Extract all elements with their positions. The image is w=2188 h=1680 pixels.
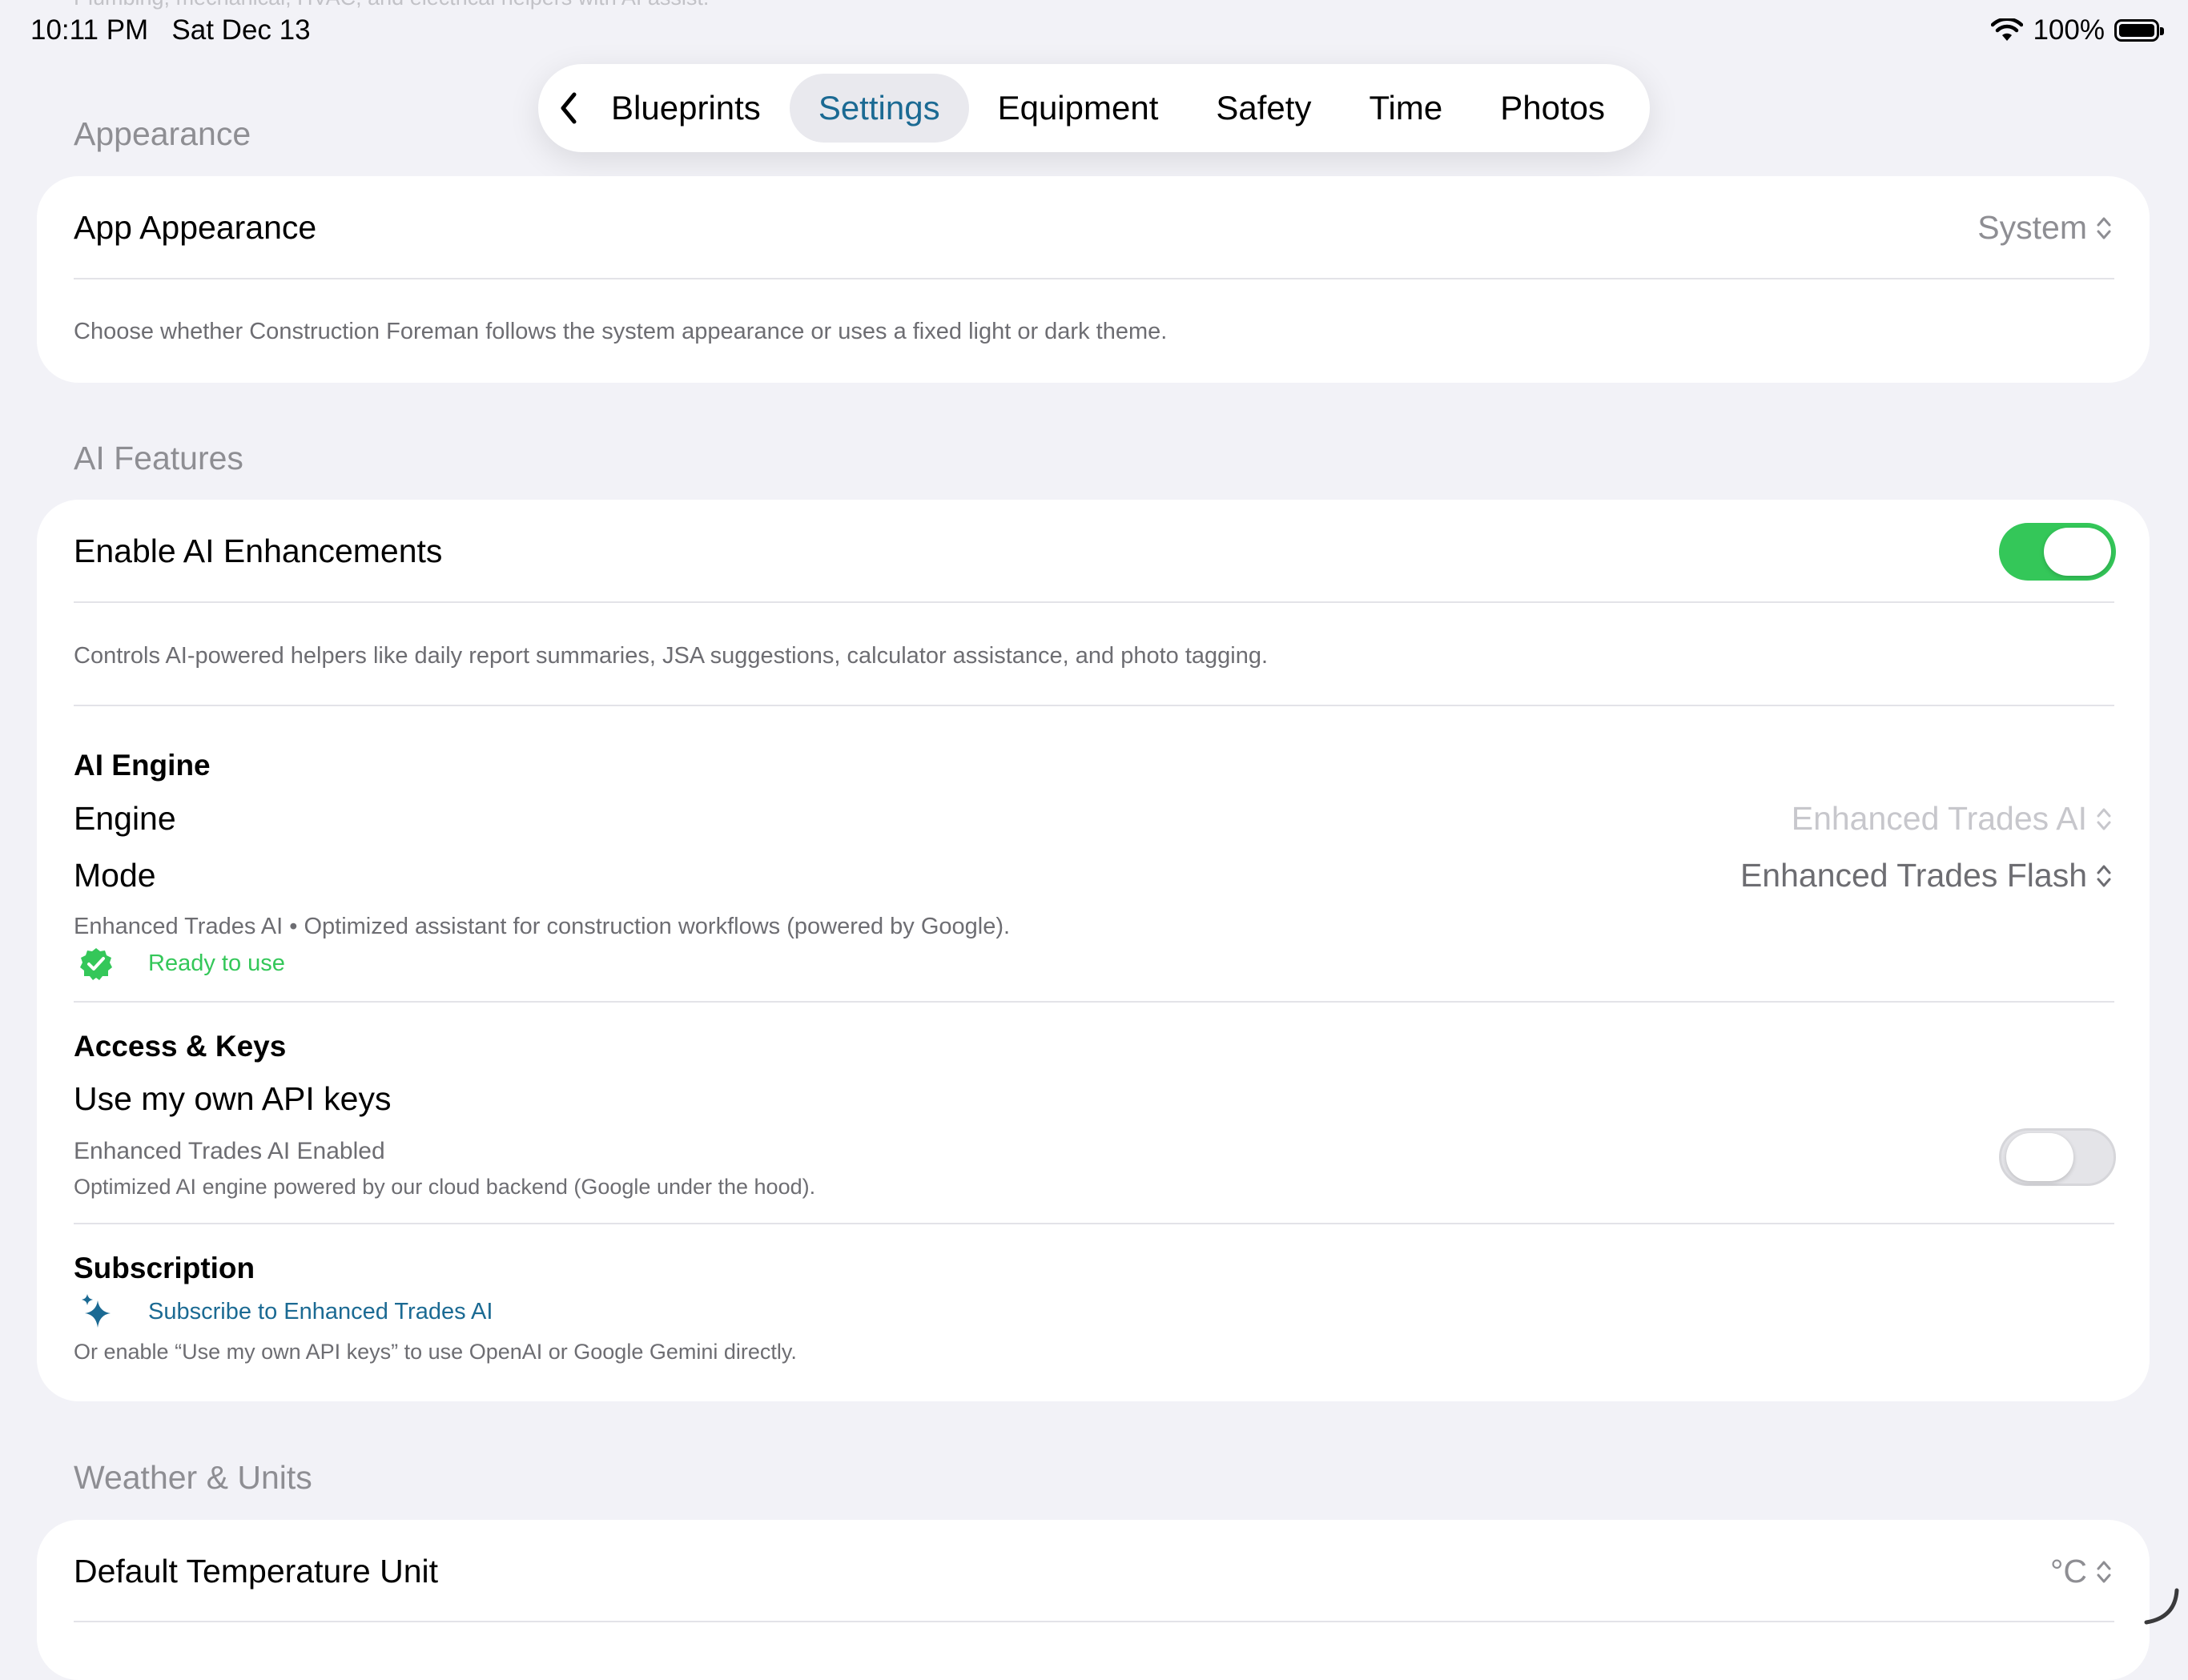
enable-ai-toggle[interactable] bbox=[1999, 523, 2116, 581]
corner-arc-icon bbox=[2144, 1588, 2179, 1625]
divider bbox=[74, 1001, 2114, 1003]
app-appearance-label: App Appearance bbox=[74, 209, 317, 246]
subscribe-link[interactable]: Subscribe to Enhanced Trades AI bbox=[148, 1299, 493, 1325]
status-date: Sat Dec 13 bbox=[171, 14, 311, 46]
subscription-section-title: Subscription bbox=[74, 1252, 255, 1284]
ai-features-card bbox=[37, 500, 2150, 1401]
temp-unit-picker[interactable]: °C bbox=[2050, 1553, 2113, 1590]
own-keys-label: Use my own API keys bbox=[74, 1080, 392, 1117]
battery-icon bbox=[2114, 19, 2164, 42]
mode-value: Enhanced Trades Flash bbox=[1740, 857, 2087, 894]
engine-picker[interactable]: Enhanced Trades AI bbox=[1792, 800, 2113, 838]
engine-description: Enhanced Trades AI • Optimized assistant… bbox=[74, 914, 1011, 939]
mode-picker[interactable]: Enhanced Trades Flash bbox=[1740, 857, 2113, 894]
divider bbox=[74, 705, 2114, 706]
chevron-up-down-icon bbox=[2097, 808, 2111, 830]
enable-ai-footer: Controls AI-powered helpers like daily r… bbox=[74, 643, 1269, 669]
enabled-line: Enhanced Trades AI Enabled bbox=[74, 1138, 385, 1164]
scrolled-text: Plumbing, mechanical, HVAC, and electric… bbox=[74, 0, 709, 10]
chevron-up-down-icon bbox=[2097, 1561, 2111, 1582]
weather-units-card bbox=[37, 1520, 2150, 1680]
battery-percent: 100% bbox=[2033, 14, 2105, 46]
enable-ai-label: Enable AI Enhancements bbox=[74, 533, 443, 569]
engine-value: Enhanced Trades AI bbox=[1791, 800, 2087, 837]
app-appearance-value: System bbox=[1977, 209, 2087, 246]
tab-equipment[interactable]: Equipment bbox=[969, 74, 1188, 143]
appearance-card bbox=[37, 176, 2150, 383]
wifi-icon bbox=[1991, 18, 2024, 41]
access-keys-section-title: Access & Keys bbox=[74, 1030, 287, 1063]
divider bbox=[74, 1223, 2114, 1224]
ai-features-header: AI Features bbox=[74, 440, 243, 476]
status-clock: 10:11 PM bbox=[30, 14, 149, 46]
tab-safety[interactable]: Safety bbox=[1187, 74, 1340, 143]
tab-blueprints[interactable]: Blueprints bbox=[582, 74, 790, 143]
tab-bar: Blueprints Settings Equipment Safety Tim… bbox=[538, 64, 1650, 152]
app-appearance-picker[interactable]: System bbox=[1977, 209, 2113, 247]
chevron-up-down-icon bbox=[2097, 217, 2111, 239]
back-button[interactable] bbox=[554, 76, 582, 140]
tab-settings[interactable]: Settings bbox=[789, 74, 969, 143]
weather-units-header: Weather & Units bbox=[74, 1459, 312, 1496]
chevron-left-icon bbox=[561, 92, 577, 124]
engine-label: Engine bbox=[74, 800, 176, 837]
own-keys-toggle[interactable] bbox=[1999, 1128, 2116, 1186]
enabled-description: Optimized AI engine powered by our cloud… bbox=[74, 1175, 816, 1199]
ai-engine-section-title: AI Engine bbox=[74, 749, 211, 782]
appearance-footer: Choose whether Construction Foreman foll… bbox=[74, 319, 1168, 344]
checkmark-seal-icon bbox=[78, 947, 114, 986]
chevron-up-down-icon bbox=[2097, 865, 2111, 886]
resize-handle[interactable] bbox=[2140, 1586, 2182, 1631]
status-time: 10:11 PM Sat Dec 13 bbox=[30, 14, 311, 46]
appearance-header: Appearance bbox=[74, 115, 251, 152]
tab-photos[interactable]: Photos bbox=[1471, 74, 1634, 143]
temp-unit-value: °C bbox=[2049, 1553, 2087, 1590]
tab-time[interactable]: Time bbox=[1340, 74, 1471, 143]
divider bbox=[74, 1621, 2114, 1622]
sparkles-icon bbox=[80, 1292, 114, 1333]
temp-unit-label: Default Temperature Unit bbox=[74, 1553, 439, 1590]
divider bbox=[74, 601, 2114, 603]
subscribe-note: Or enable “Use my own API keys” to use O… bbox=[74, 1340, 797, 1364]
mode-label: Mode bbox=[74, 857, 156, 894]
ready-status: Ready to use bbox=[148, 951, 285, 976]
divider bbox=[74, 278, 2114, 279]
status-indicators: 100% bbox=[1991, 14, 2164, 46]
